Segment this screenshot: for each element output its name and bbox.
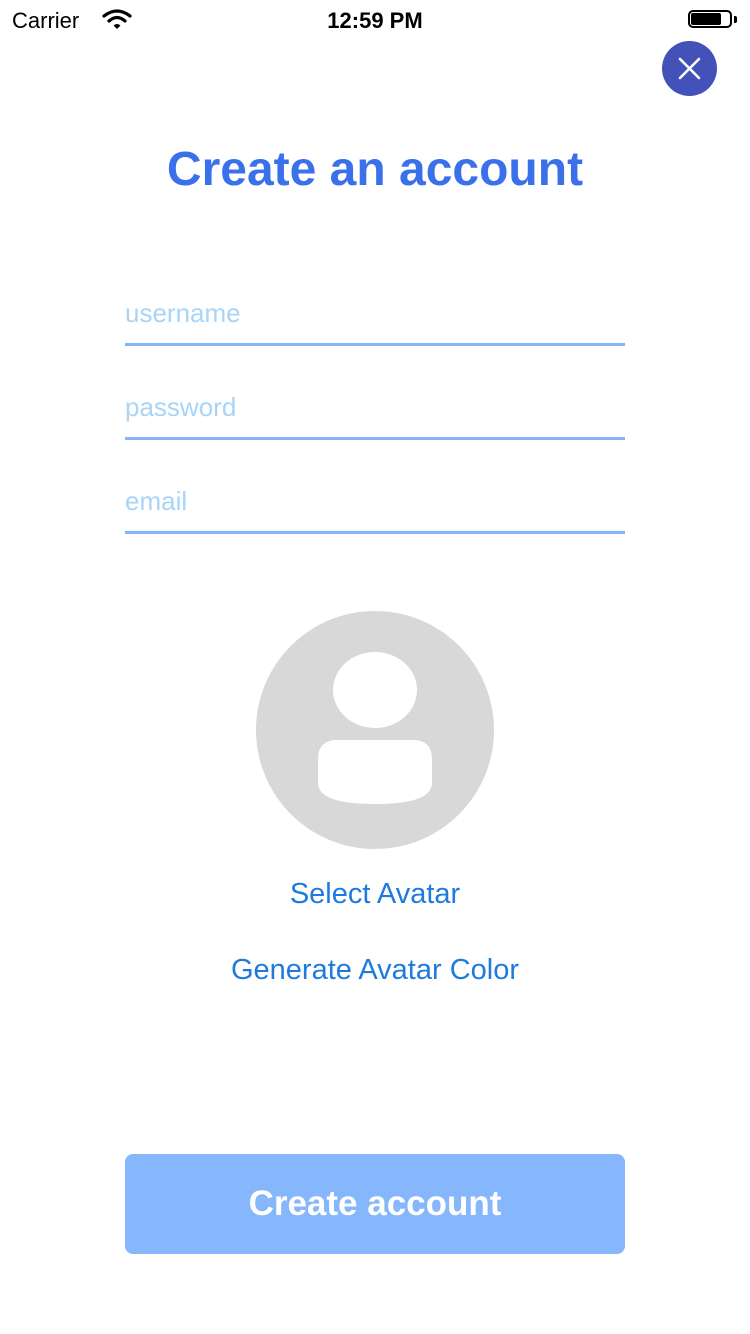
close-icon bbox=[678, 57, 701, 80]
status-time: 12:59 PM bbox=[327, 8, 423, 33]
avatar bbox=[256, 611, 494, 849]
battery-icon bbox=[688, 10, 738, 30]
select-avatar-button[interactable]: Select Avatar bbox=[0, 878, 750, 911]
status-bar: Carrier 12:59 PM bbox=[0, 0, 750, 40]
email-input[interactable] bbox=[125, 471, 625, 534]
close-button[interactable] bbox=[662, 41, 717, 96]
password-input[interactable] bbox=[125, 377, 625, 440]
generate-avatar-color-button[interactable]: Generate Avatar Color bbox=[0, 954, 750, 987]
person-icon bbox=[318, 652, 432, 804]
username-input[interactable] bbox=[125, 283, 625, 346]
page-title: Create an account bbox=[166, 143, 584, 196]
create-account-button[interactable]: Create account bbox=[125, 1154, 625, 1254]
